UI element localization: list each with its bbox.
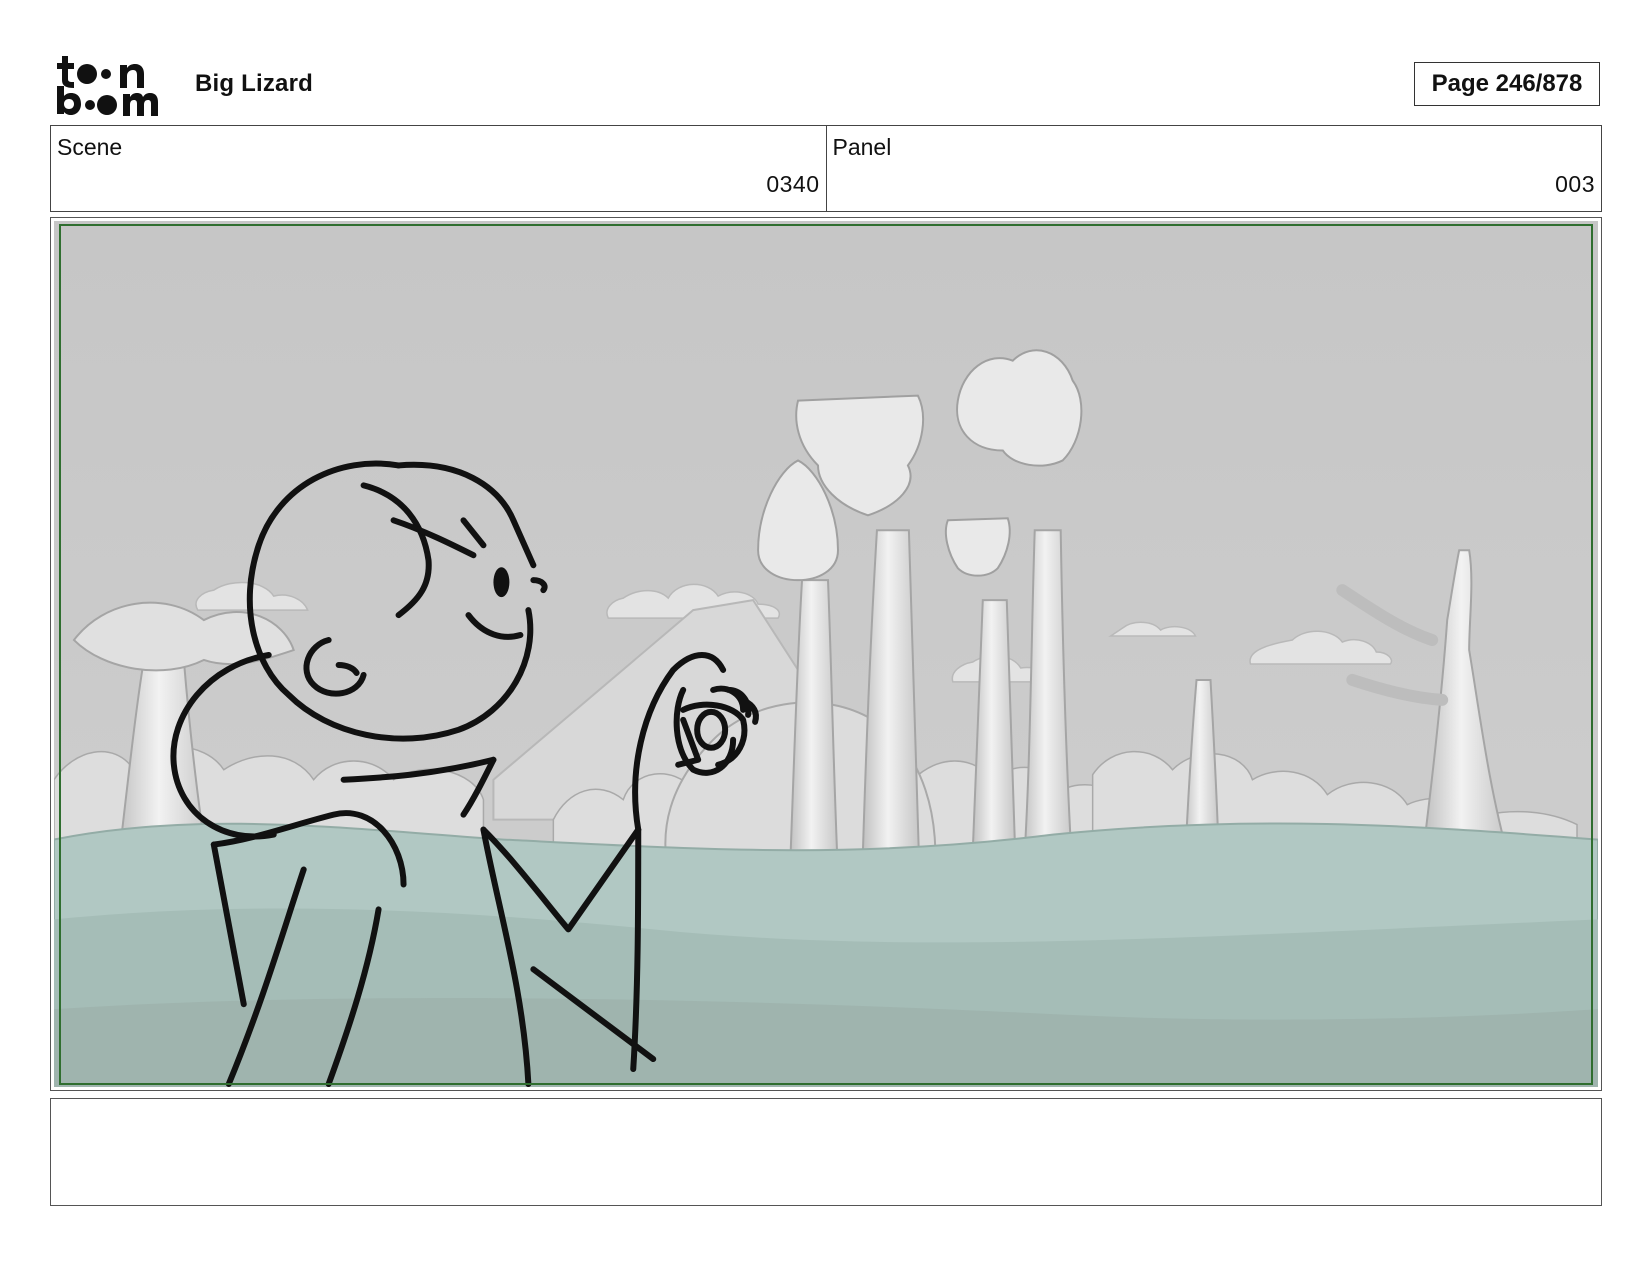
project-title: Big Lizard: [195, 70, 314, 97]
panel-notes[interactable]: [50, 1098, 1602, 1206]
panel-number: 003: [1555, 171, 1595, 197]
panel-cell: Panel 003: [825, 126, 1602, 211]
storyboard-panel: [50, 217, 1602, 1091]
scene-panel-info: Scene 0340 Panel 003: [50, 125, 1602, 212]
panel-artwork: [54, 221, 1598, 1087]
panel-label: Panel: [832, 134, 892, 160]
toon-boom-logo: [54, 52, 172, 116]
panel-drawing: [54, 221, 1598, 1087]
scene-label: Scene: [57, 134, 123, 160]
scene-cell: Scene 0340: [51, 126, 826, 211]
page-indicator: Page 246/878: [1414, 62, 1600, 106]
scene-number: 0340: [766, 171, 820, 197]
